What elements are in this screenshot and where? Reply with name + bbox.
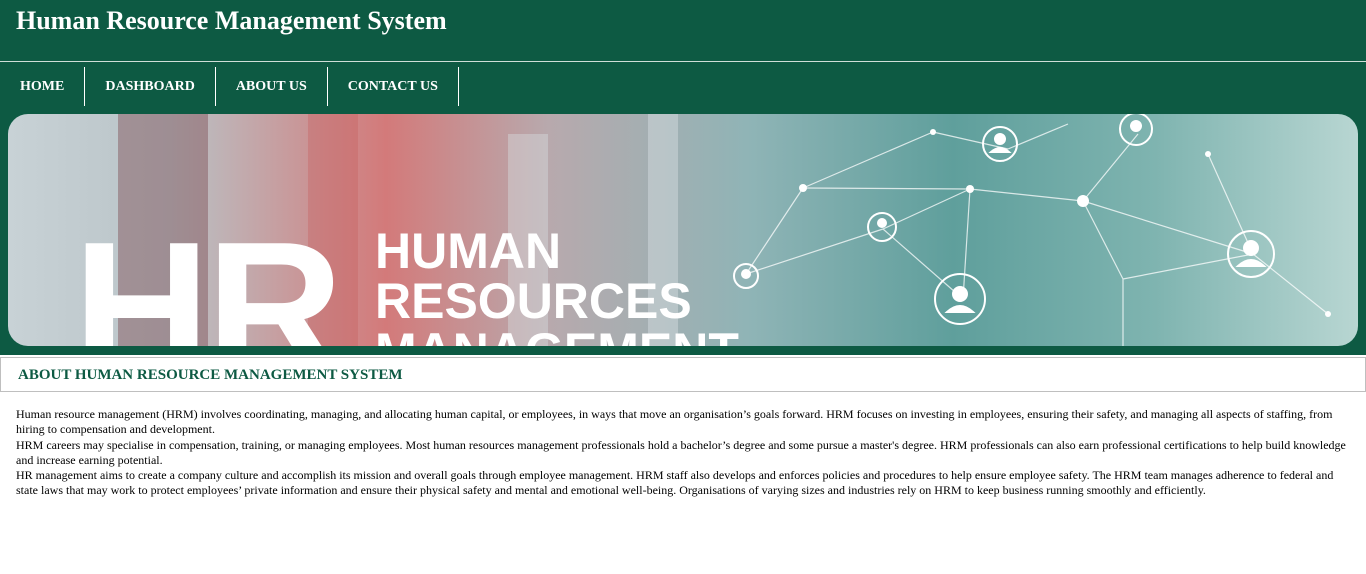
nav-dashboard[interactable]: DASHBOARD xyxy=(85,67,216,106)
banner-hr-text: HR xyxy=(73,203,343,346)
about-paragraph-1: Human resource management (HRM) involves… xyxy=(16,407,1333,437)
about-heading: ABOUT HUMAN RESOURCE MANAGEMENT SYSTEM xyxy=(18,367,403,383)
site-title: Human Resource Management System xyxy=(16,6,447,35)
banner-line-2: RESOURCES xyxy=(375,273,692,329)
header-divider xyxy=(0,61,1366,62)
about-heading-box: ABOUT HUMAN RESOURCE MANAGEMENT SYSTEM xyxy=(0,357,1366,392)
nav-home[interactable]: HOME xyxy=(0,67,86,106)
banner-line-1: HUMAN xyxy=(375,223,562,279)
nav-contact-us[interactable]: CONTACT US xyxy=(328,67,459,106)
banner-title: HUMAN RESOURCES MANAGEMENT xyxy=(375,226,739,346)
nav-about-us[interactable]: ABOUT US xyxy=(216,67,328,106)
banner-line-3: MANAGEMENT xyxy=(375,326,739,346)
about-content: Human resource management (HRM) involves… xyxy=(16,407,1350,499)
about-paragraph-2: HRM careers may specialise in compensati… xyxy=(16,437,1346,467)
about-paragraph-3: HR management aims to create a company c… xyxy=(16,468,1334,498)
hero-banner-image: HR HUMAN RESOURCES MANAGEMENT xyxy=(8,114,1358,346)
main-nav: HOME DASHBOARD ABOUT US CONTACT US xyxy=(0,67,459,106)
